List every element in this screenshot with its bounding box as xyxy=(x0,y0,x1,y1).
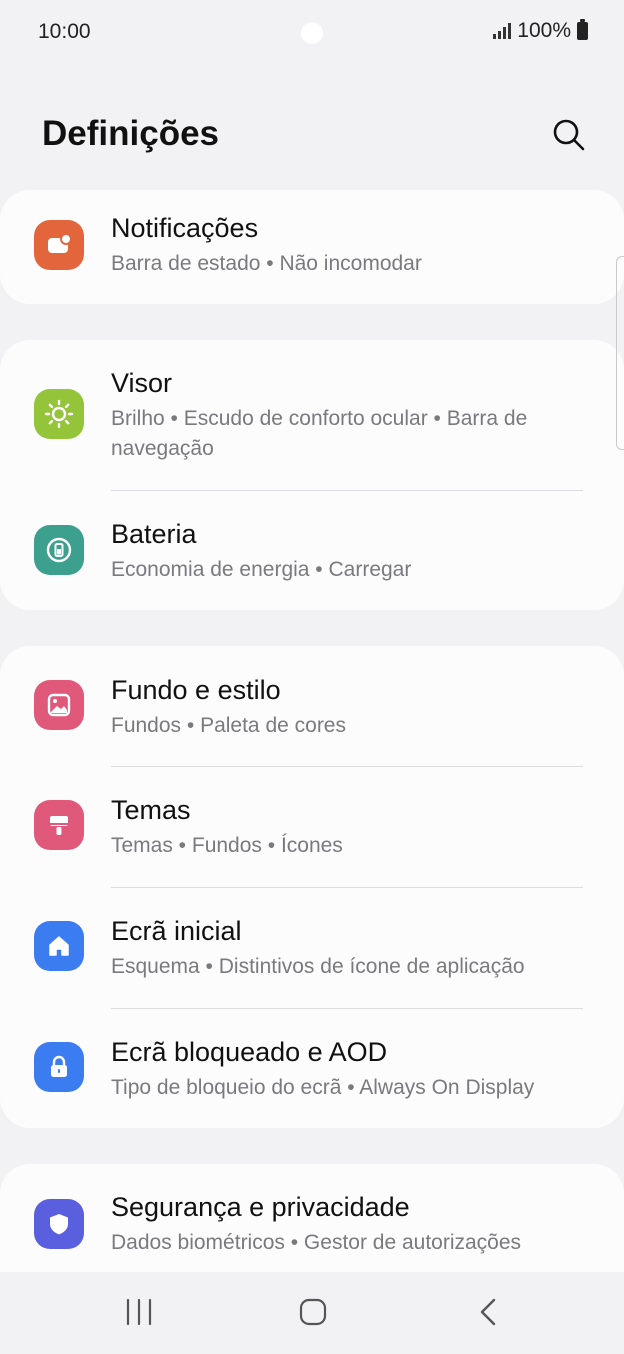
brightness-icon xyxy=(34,389,84,439)
settings-item-lock-screen[interactable]: Ecrã bloqueado e AOD Tipo de bloqueio do… xyxy=(0,1009,624,1128)
back-button[interactable] xyxy=(468,1292,508,1332)
item-subtitle: Temas • Fundos • Ícones xyxy=(111,834,343,857)
front-camera xyxy=(301,22,323,44)
signal-icon xyxy=(493,23,512,39)
status-time: 10:00 xyxy=(38,20,91,43)
item-subtitle: Brilho • Escudo de conforto ocular • Bar… xyxy=(111,407,528,460)
lock-icon xyxy=(34,1042,84,1092)
settings-item-battery[interactable]: Bateria Economia de energia • Carregar xyxy=(0,491,624,610)
item-subtitle: Fundos • Paleta de cores xyxy=(111,714,346,737)
brush-icon xyxy=(34,800,84,850)
item-subtitle: Economia de energia • Carregar xyxy=(111,558,412,581)
settings-group-display: Visor Brilho • Escudo de conforto ocular… xyxy=(0,340,624,610)
home-nav-icon xyxy=(299,1298,327,1326)
item-title: Temas xyxy=(111,795,191,825)
item-title: Fundo e estilo xyxy=(111,675,281,705)
battery-percent: 100% xyxy=(517,19,571,42)
status-bar: 10:00 100% xyxy=(0,0,624,64)
scrollbar[interactable] xyxy=(616,256,624,450)
shield-icon xyxy=(34,1199,84,1249)
item-subtitle: Dados biométricos • Gestor de autorizaçõ… xyxy=(111,1231,522,1254)
search-button[interactable] xyxy=(546,112,590,156)
wallpaper-icon xyxy=(34,680,84,730)
settings-item-home-screen[interactable]: Ecrã inicial Esquema • Distintivos de íc… xyxy=(0,888,624,1008)
recents-icon xyxy=(126,1298,152,1326)
settings-item-themes[interactable]: Temas Temas • Fundos • Ícones xyxy=(0,767,624,887)
recents-button[interactable] xyxy=(120,1292,160,1332)
header: Definições xyxy=(0,100,624,170)
settings-item-wallpaper[interactable]: Fundo e estilo Fundos • Paleta de cores xyxy=(0,646,624,766)
settings-group-appearance: Fundo e estilo Fundos • Paleta de cores … xyxy=(0,646,624,1128)
item-subtitle: Esquema • Distintivos de ícone de aplica… xyxy=(111,955,525,978)
item-title: Notificações xyxy=(111,213,259,243)
navigation-bar xyxy=(0,1272,624,1354)
page-title: Definições xyxy=(42,114,219,153)
item-title: Segurança e privacidade xyxy=(111,1192,410,1222)
home-icon xyxy=(34,921,84,971)
settings-item-security[interactable]: Segurança e privacidade Dados biométrico… xyxy=(0,1164,624,1272)
search-icon xyxy=(553,119,585,151)
item-title: Visor xyxy=(111,368,173,398)
notification-icon xyxy=(34,220,84,270)
item-title: Bateria xyxy=(111,519,197,549)
item-subtitle: Tipo de bloqueio do ecrã • Always On Dis… xyxy=(111,1076,535,1099)
item-title: Ecrã bloqueado e AOD xyxy=(111,1037,388,1067)
item-title: Ecrã inicial xyxy=(111,916,242,946)
settings-item-notifications[interactable]: Notificações Barra de estado • Não incom… xyxy=(0,190,624,304)
battery-icon xyxy=(34,525,84,575)
back-icon xyxy=(480,1298,496,1326)
settings-group-notifications: Notificações Barra de estado • Não incom… xyxy=(0,190,624,304)
settings-item-display[interactable]: Visor Brilho • Escudo de conforto ocular… xyxy=(0,340,624,490)
status-icons: 100% xyxy=(493,19,588,43)
home-button[interactable] xyxy=(293,1292,333,1332)
item-subtitle: Barra de estado • Não incomodar xyxy=(111,252,422,275)
battery-status-icon xyxy=(577,19,588,40)
